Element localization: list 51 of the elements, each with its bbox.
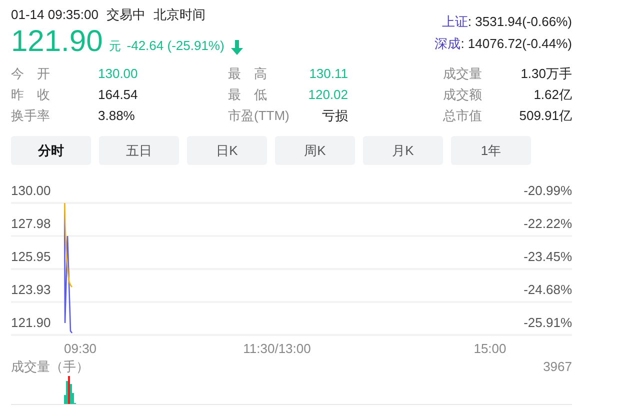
stat-label: 成交量 (443, 66, 482, 81)
axis-label: 15:00 (474, 340, 506, 358)
index-value: : 3531.94(-0.66%) (468, 13, 572, 30)
period-tab[interactable]: 五日 (99, 136, 179, 165)
stat-label: 总市值 (443, 108, 482, 123)
axis-label: 09:30 (64, 340, 97, 358)
index-value: : 14076.72(-0.44%) (460, 35, 572, 52)
stat-value: 3.88% (98, 108, 135, 123)
axis-label: 127.98 (11, 216, 51, 231)
down-arrow-icon (230, 40, 244, 55)
stat-value: 1.62亿 (534, 87, 572, 102)
period-tab[interactable]: 1年 (451, 136, 531, 165)
stat-label: 最 高 (228, 66, 267, 81)
price-change: -42.64 (-25.91%) (126, 36, 224, 55)
stat-label: 今 开 (11, 66, 50, 81)
timezone-label: 北京时间 (153, 7, 206, 23)
axis-label: -22.22% (524, 216, 572, 231)
period-tab[interactable]: 月K (363, 136, 443, 165)
axis-label: -20.99% (524, 183, 572, 198)
stat-value: 509.91亿 (519, 108, 572, 123)
period-tab[interactable]: 周K (275, 136, 355, 165)
stat-label: 换手率 (11, 108, 50, 123)
current-price: 121.90 (11, 25, 103, 59)
stat-value: 120.02 (308, 87, 348, 102)
axis-label: -25.91% (524, 315, 572, 330)
axis-label: 3967 (543, 358, 572, 375)
stat-label: 最 低 (228, 87, 267, 102)
stat-value: 164.54 (98, 87, 138, 102)
trade-status: 交易中 (106, 7, 146, 23)
index-name[interactable]: 深成 (434, 35, 461, 52)
stat-value: 130.00 (98, 66, 138, 81)
stat-label: 成交额 (443, 87, 482, 102)
stat-label: 市盈(TTM) (228, 108, 290, 123)
axis-label: 11:30/13:00 (243, 340, 311, 358)
currency-unit: 元 (108, 38, 121, 55)
axis-label: 121.90 (11, 315, 51, 330)
stat-value: 1.30万手 (520, 66, 572, 81)
volume-bars-drawing (64, 376, 76, 404)
axis-label: -24.68% (524, 282, 572, 297)
volume-title: 成交量（手） (11, 358, 89, 375)
axis-label: 123.93 (11, 282, 51, 297)
axis-label: 130.00 (11, 183, 51, 198)
period-tab[interactable]: 日K (187, 136, 267, 165)
period-tab[interactable]: 分时 (11, 136, 91, 165)
stat-label: 昨 收 (11, 87, 50, 102)
axis-label: -23.45% (524, 249, 572, 264)
datetime-text: 01-14 09:35:00 (11, 7, 98, 23)
stat-value: 亏损 (322, 108, 348, 123)
stat-value: 130.11 (309, 66, 348, 81)
axis-label: 125.95 (11, 249, 51, 264)
index-name[interactable]: 上证 (442, 13, 468, 30)
